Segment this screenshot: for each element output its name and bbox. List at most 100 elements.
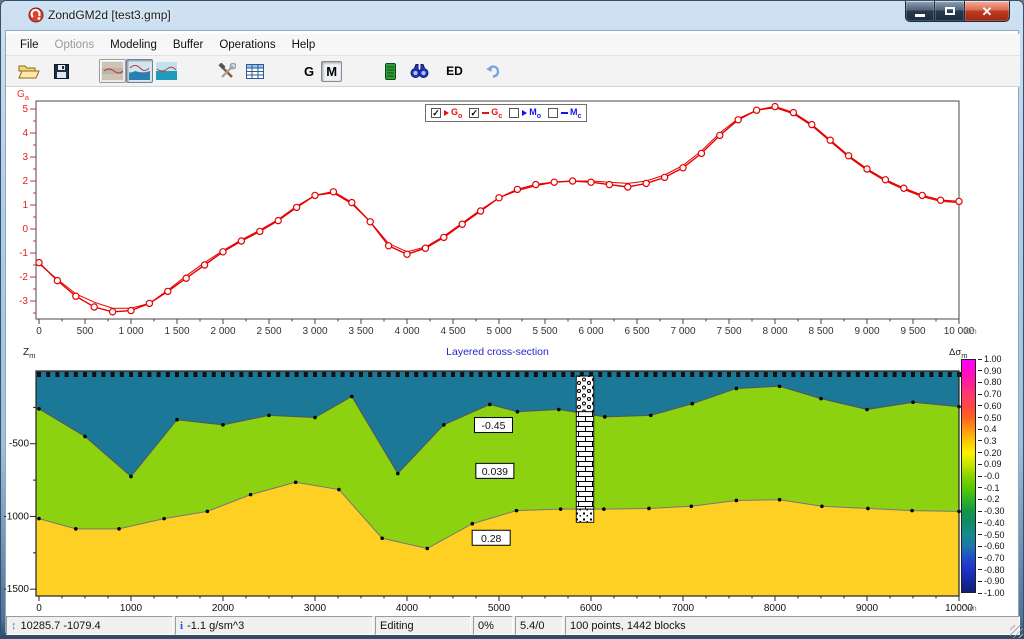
parameters-button[interactable] (385, 63, 396, 80)
ed-button[interactable]: ED (446, 64, 463, 78)
table-button[interactable] (246, 64, 264, 79)
status-cell-1: i-1.1 g/sm^3 (175, 616, 373, 635)
close-button[interactable]: ✕ (964, 1, 1010, 22)
svg-text:-0.45: -0.45 (482, 420, 506, 432)
colorbar-tick: -0.50 (978, 530, 1005, 540)
search-extrema-button[interactable] (410, 63, 429, 79)
svg-text:500: 500 (77, 326, 94, 337)
legend-checkbox-gc[interactable]: ✓ (469, 108, 479, 118)
colorbar-tick: 0.90 (978, 366, 1002, 376)
minimize-icon (915, 14, 925, 17)
legend-checkbox-mc[interactable] (548, 108, 558, 118)
svg-text:6 500: 6 500 (624, 326, 649, 337)
status-text: 10285.7 -1079.4 (21, 620, 101, 632)
combined-view-icon (156, 62, 177, 80)
chart-legend: ✓Go✓GcMoMc (425, 104, 587, 122)
colorbar-tick: 0.80 (978, 377, 1002, 387)
legend-item-go: ✓ Go (431, 107, 462, 120)
colorbar-tick: -0.40 (978, 518, 1005, 528)
menu-help[interactable]: Help (284, 36, 324, 54)
svg-text:5000: 5000 (488, 603, 511, 614)
toolbar: G M ED (6, 56, 1020, 87)
svg-text:0.039: 0.039 (482, 466, 508, 478)
colorbar-tick: -0.70 (978, 553, 1005, 563)
section-title: Layered cross-section (36, 346, 959, 358)
table-grid-icon (246, 64, 264, 79)
resize-grip[interactable] (1010, 625, 1023, 638)
dash-marker-icon (561, 112, 568, 114)
colorbar-tick: -0.90 (978, 576, 1005, 586)
colorbar-tick: 1.00 (978, 354, 1002, 364)
position-icon: ↕ (11, 620, 17, 632)
legend-item-mc: Mc (548, 107, 581, 120)
svg-text:0: 0 (36, 326, 42, 337)
colorbar-tick: -0.2 (978, 494, 1000, 504)
legend-item-mo: Mo (509, 107, 541, 120)
magnetic-mode-button[interactable]: M (321, 61, 342, 82)
status-bar: ↕10285.7 -1079.4i-1.1 g/sm^3Editing0%5.4… (6, 616, 1020, 635)
colorbar-tick: 0.50 (978, 413, 1002, 423)
save-button[interactable] (54, 64, 69, 79)
density-colorbar[interactable] (961, 359, 976, 593)
menu-buffer[interactable]: Buffer (165, 36, 211, 54)
undo-button[interactable] (485, 64, 501, 78)
status-cell-5: 100 points, 1442 blocks (565, 616, 1020, 635)
triangle-marker-icon (444, 110, 449, 116)
svg-text:6 000: 6 000 (578, 326, 603, 337)
svg-text:0: 0 (22, 224, 28, 235)
menu-modeling[interactable]: Modeling (102, 36, 165, 54)
depth-axis-label: Zm (23, 347, 35, 360)
undo-arrow-icon (485, 64, 501, 78)
svg-text:5 000: 5 000 (486, 326, 511, 337)
svg-text:-3: -3 (19, 296, 28, 307)
svg-text:1000: 1000 (120, 603, 143, 614)
folder-open-icon (18, 63, 40, 80)
maximize-icon (945, 7, 955, 15)
view-combined-button[interactable] (153, 59, 180, 83)
magnetic-mode-label: M (326, 64, 337, 79)
svg-text:3000: 3000 (304, 603, 327, 614)
svg-text:4 500: 4 500 (440, 326, 465, 337)
title-bar[interactable]: ZondGM2d [test3.gmp] ✕ (1, 1, 1023, 30)
svg-text:3 000: 3 000 (302, 326, 327, 337)
gravity-chart[interactable]: 543210-1-2-305001 0001 5002 0002 5003 00… (1, 87, 1016, 346)
status-text: 0% (478, 620, 494, 632)
svg-text:Xm: Xm (964, 603, 977, 613)
gravity-mode-button[interactable]: G (304, 64, 314, 79)
status-text: 5.4/0 (520, 620, 544, 632)
cross-section-chart[interactable]: -0.450.0390.28-500-1000-1500010002000300… (1, 361, 1016, 616)
status-cell-4: 5.4/0 (515, 616, 563, 635)
svg-text:0: 0 (36, 603, 42, 614)
svg-text:6000: 6000 (580, 603, 603, 614)
colorbar-tick: -0.0 (978, 471, 1000, 481)
svg-text:2000: 2000 (212, 603, 235, 614)
legend-checkbox-go[interactable]: ✓ (431, 108, 441, 118)
legend-label: Mo (529, 107, 541, 120)
colorbar-tick: 0.60 (978, 401, 1002, 411)
open-file-button[interactable] (18, 63, 40, 80)
battery-icon (385, 63, 396, 80)
minimize-button[interactable] (905, 1, 935, 22)
tools-button[interactable] (218, 63, 236, 80)
floppy-disk-icon (54, 64, 69, 79)
svg-text:3: 3 (22, 152, 28, 163)
svg-text:5 500: 5 500 (532, 326, 557, 337)
svg-text:-1000: -1000 (3, 511, 29, 522)
svg-text:1 000: 1 000 (118, 326, 143, 337)
colorbar-tick: -0.80 (978, 565, 1005, 575)
status-text: 100 points, 1442 blocks (570, 620, 686, 632)
view-section-button[interactable] (126, 59, 153, 83)
maximize-button[interactable] (935, 1, 964, 22)
menu-options: Options (47, 36, 103, 54)
svg-text:9 000: 9 000 (854, 326, 879, 337)
legend-checkbox-mo[interactable] (509, 108, 519, 118)
menu-operations[interactable]: Operations (211, 36, 283, 54)
dash-marker-icon (482, 112, 489, 114)
view-model-button[interactable] (99, 59, 126, 83)
triangle-marker-icon (522, 110, 527, 116)
svg-text:-2: -2 (19, 272, 28, 283)
info-icon: i (180, 620, 183, 632)
menu-file[interactable]: File (12, 36, 47, 54)
svg-text:-500: -500 (9, 439, 29, 450)
legend-label: Go (451, 107, 462, 120)
